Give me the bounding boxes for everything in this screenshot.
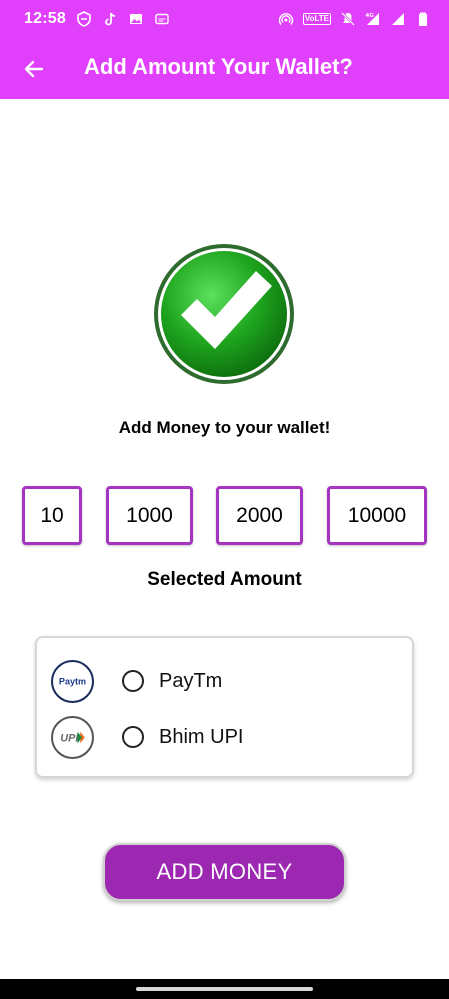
upi-logo-icon: UPI bbox=[51, 715, 94, 759]
headline: Add Money to your wallet! bbox=[118, 418, 331, 437]
bhim-upi-label: Bhim UPI bbox=[159, 725, 244, 748]
volte-badge: VoLTE bbox=[302, 13, 331, 25]
signal-4g-icon: 4G bbox=[365, 11, 381, 27]
status-time: 12:58 bbox=[24, 10, 66, 27]
payment-option-bhim-upi[interactable]: UPI Bhim UPI bbox=[37, 712, 412, 762]
add-money-button[interactable]: ADD MONEY bbox=[103, 843, 346, 901]
battery-icon bbox=[415, 11, 431, 27]
app-bar: 12:58 VoLTE 4G Add Amount Your Wallet? bbox=[0, 0, 449, 99]
selected-amount-label: Selected Amount bbox=[147, 569, 302, 590]
vpn-shield-icon bbox=[76, 11, 92, 27]
tiktok-icon bbox=[102, 11, 118, 27]
bhim-upi-radio[interactable] bbox=[122, 726, 144, 748]
navigation-bar bbox=[0, 979, 449, 999]
amount-option[interactable]: 10000 bbox=[327, 486, 427, 545]
upi-logo-text: UPI bbox=[60, 732, 79, 744]
status-left: 12:58 bbox=[24, 10, 170, 28]
caption-icon bbox=[154, 11, 170, 27]
paytm-logo-text: Paytm bbox=[59, 676, 86, 686]
signal-icon bbox=[390, 11, 406, 27]
toolbar: Add Amount Your Wallet? bbox=[0, 38, 449, 99]
status-right: VoLTE 4G bbox=[278, 11, 431, 27]
paytm-radio[interactable] bbox=[122, 670, 144, 692]
status-bar: 12:58 VoLTE 4G bbox=[0, 0, 449, 38]
success-check-icon bbox=[153, 243, 295, 385]
payment-methods-card: Paytm PayTm UPI Bhim UPI bbox=[35, 636, 414, 778]
paytm-logo-icon: Paytm bbox=[51, 659, 94, 703]
gesture-handle[interactable] bbox=[136, 987, 313, 991]
paytm-label: PayTm bbox=[159, 669, 223, 692]
image-icon bbox=[128, 11, 144, 27]
arrow-back-icon bbox=[22, 57, 46, 81]
amount-option[interactable]: 1000 bbox=[106, 486, 193, 545]
mute-icon bbox=[340, 11, 356, 27]
amount-option[interactable]: 2000 bbox=[216, 486, 303, 545]
payment-option-paytm[interactable]: Paytm PayTm bbox=[37, 656, 412, 706]
hotspot-icon bbox=[278, 11, 294, 27]
amount-option[interactable]: 10 bbox=[22, 486, 82, 545]
back-button[interactable] bbox=[20, 55, 48, 83]
svg-text:4G: 4G bbox=[366, 13, 375, 19]
page-title: Add Amount Your Wallet? bbox=[84, 54, 353, 79]
